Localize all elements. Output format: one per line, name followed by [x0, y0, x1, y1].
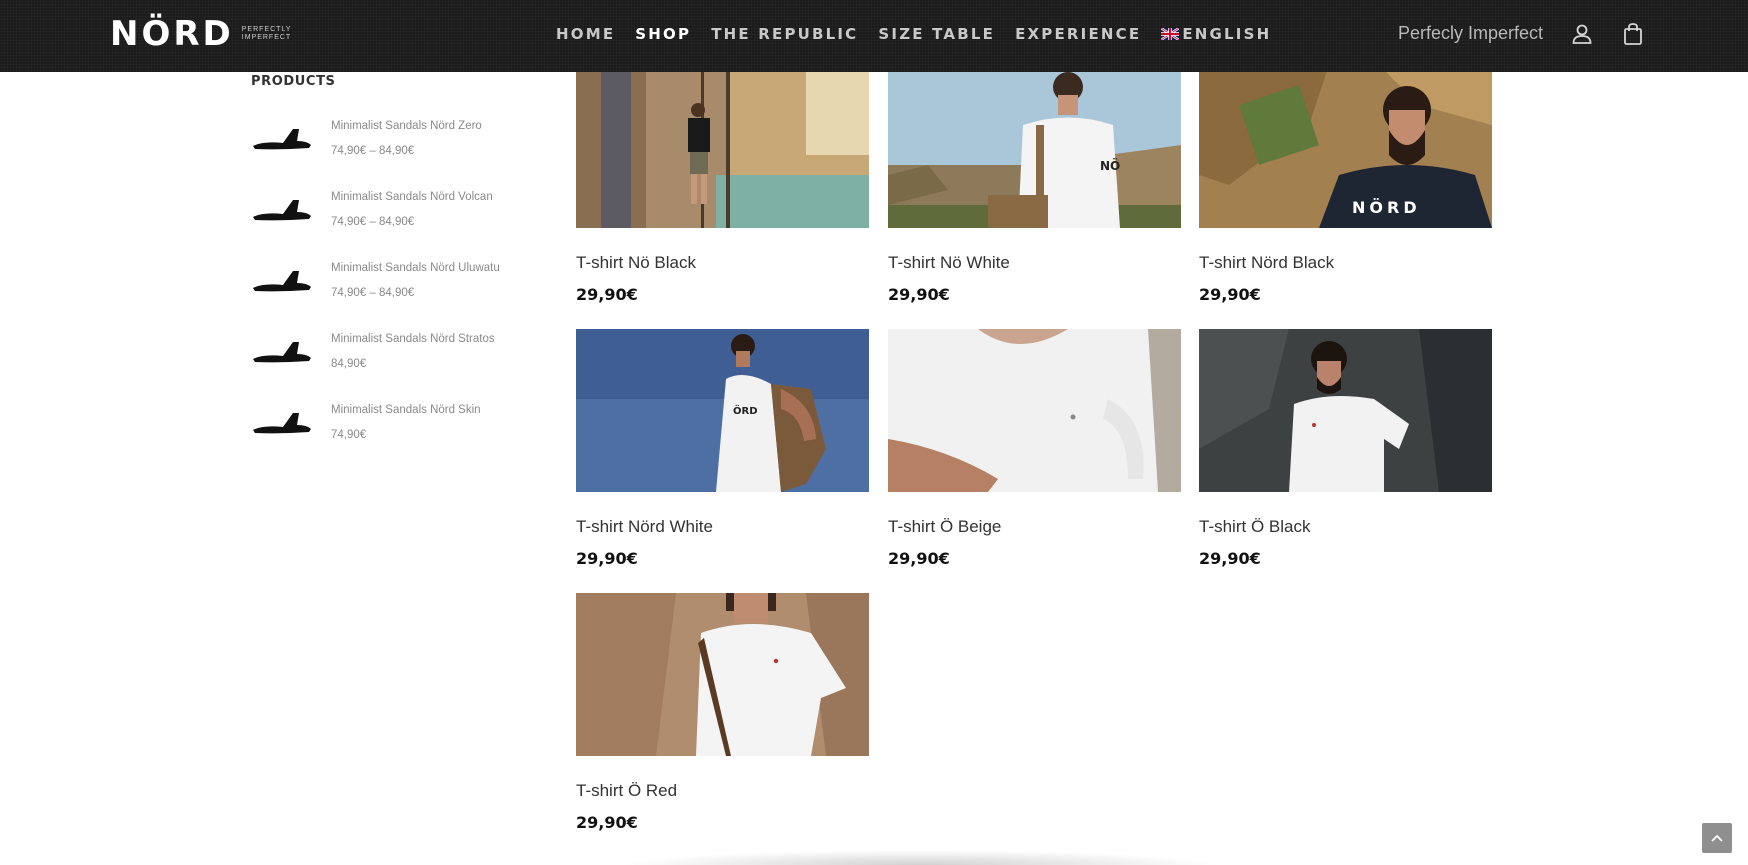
- product-card[interactable]: ÖRD T-shirt Nörd White 29,90€: [576, 329, 869, 569]
- site-logo[interactable]: NÖRD PERFECTLY IMPERFECT: [110, 16, 291, 52]
- chevron-up-icon: [1711, 834, 1723, 842]
- product-card[interactable]: NÖRD T-shirt Nörd Black 29,90€: [1199, 65, 1492, 305]
- product-card[interactable]: T-shirt Ö Red 29,90€: [576, 593, 869, 833]
- uk-flag-icon: [1161, 28, 1180, 40]
- shopping-bag-icon[interactable]: [1622, 22, 1644, 46]
- sidebar-product-item[interactable]: Minimalist Sandals Nörd Stratos 84,90€: [251, 330, 521, 401]
- site-header: NÖRD PERFECTLY IMPERFECT HOME SHOP THE R…: [0, 0, 1748, 72]
- nav-home[interactable]: HOME: [556, 24, 615, 44]
- sandal-thumbnail: [253, 342, 311, 363]
- sandal-thumbnail: [253, 271, 311, 292]
- nav-the-republic[interactable]: THE REPUBLIC: [711, 24, 858, 44]
- product-price: 29,90€: [888, 285, 950, 304]
- sidebar-product-item[interactable]: Minimalist Sandals Nörd Skin 74,90€: [251, 401, 521, 472]
- sidebar-heading: PRODUCTS: [251, 74, 336, 89]
- sidebar-product-price: 74,90€ – 84,90€: [331, 145, 415, 157]
- sidebar-product-item[interactable]: Minimalist Sandals Nörd Volcan 74,90€ – …: [251, 188, 521, 259]
- sidebar-product-name[interactable]: Minimalist Sandals Nörd Skin: [331, 403, 481, 417]
- logo-wordmark: NÖRD: [110, 14, 234, 54]
- product-title[interactable]: T-shirt Nö Black: [576, 253, 869, 273]
- sidebar-product-price: 74,90€ – 84,90€: [331, 287, 415, 299]
- product-photo[interactable]: NÖRD: [1199, 65, 1492, 228]
- product-price: 29,90€: [1199, 285, 1261, 304]
- product-card[interactable]: T-shirt Ö Black 29,90€: [1199, 329, 1492, 569]
- product-price: 29,90€: [888, 549, 950, 568]
- nav-shop[interactable]: SHOP: [635, 24, 691, 44]
- product-card[interactable]: NÖ T-shirt Nö White 29,90€: [888, 65, 1181, 305]
- product-photo[interactable]: [576, 65, 869, 228]
- product-photo[interactable]: [1199, 329, 1492, 492]
- sidebar-product-name[interactable]: Minimalist Sandals Nörd Volcan: [331, 190, 493, 204]
- sidebar-product-name[interactable]: Minimalist Sandals Nörd Zero: [331, 119, 482, 133]
- product-photo[interactable]: [888, 329, 1181, 492]
- sandal-thumbnail: [253, 129, 311, 150]
- language-label: ENGLISH: [1182, 25, 1272, 43]
- sidebar-product-list: Minimalist Sandals Nörd Zero 74,90€ – 84…: [251, 117, 521, 472]
- scroll-to-top-button[interactable]: [1702, 823, 1732, 853]
- product-title[interactable]: T-shirt Nö White: [888, 253, 1181, 273]
- sidebar-product-name[interactable]: Minimalist Sandals Nörd Uluwatu: [331, 261, 500, 275]
- product-card[interactable]: T-shirt Nö Black 29,90€: [576, 65, 869, 305]
- sidebar-product-price: 74,90€: [331, 429, 367, 441]
- sidebar-product-item[interactable]: Minimalist Sandals Nörd Zero 74,90€ – 84…: [251, 117, 521, 188]
- product-title[interactable]: T-shirt Ö Red: [576, 781, 869, 801]
- logo-tagline: PERFECTLY IMPERFECT: [241, 26, 292, 41]
- product-card[interactable]: T-shirt Ö Beige 29,90€: [888, 329, 1181, 569]
- product-photo[interactable]: ÖRD: [576, 329, 869, 492]
- sidebar-product-name[interactable]: Minimalist Sandals Nörd Stratos: [331, 332, 495, 346]
- product-photo[interactable]: [576, 593, 869, 756]
- product-price: 29,90€: [1199, 549, 1261, 568]
- user-icon[interactable]: [1570, 22, 1594, 46]
- footer-shadow: [620, 850, 1220, 865]
- product-title[interactable]: T-shirt Nörd Black: [1199, 253, 1492, 273]
- product-title[interactable]: T-shirt Nörd White: [576, 517, 869, 537]
- svg-text:NÖ: NÖ: [1100, 158, 1120, 173]
- svg-text:ÖRD: ÖRD: [733, 403, 758, 417]
- product-title[interactable]: T-shirt Ö Black: [1199, 517, 1492, 537]
- nav-experience[interactable]: EXPERIENCE: [1015, 24, 1141, 44]
- sidebar-product-price: 84,90€: [331, 358, 367, 370]
- nav-size-table[interactable]: SIZE TABLE: [878, 24, 995, 44]
- svg-text:NÖRD: NÖRD: [1352, 198, 1421, 217]
- sidebar-products-widget: PRODUCTS Minimalist Sandals Nörd Zero 74…: [251, 74, 521, 472]
- sidebar-product-item[interactable]: Minimalist Sandals Nörd Uluwatu 74,90€ –…: [251, 259, 521, 330]
- sandal-thumbnail: [253, 413, 311, 434]
- sidebar-product-price: 74,90€ – 84,90€: [331, 216, 415, 228]
- product-title[interactable]: T-shirt Ö Beige: [888, 517, 1181, 537]
- product-price: 29,90€: [576, 285, 638, 304]
- header-tagline: Perfecly Imperfect: [1398, 23, 1544, 43]
- nav-language[interactable]: ENGLISH: [1161, 24, 1271, 44]
- product-photo[interactable]: NÖ: [888, 65, 1181, 228]
- main-nav: HOME SHOP THE REPUBLIC SIZE TABLE EXPERI…: [556, 24, 1291, 44]
- product-price: 29,90€: [576, 813, 638, 832]
- sandal-thumbnail: [253, 200, 311, 221]
- product-price: 29,90€: [576, 549, 638, 568]
